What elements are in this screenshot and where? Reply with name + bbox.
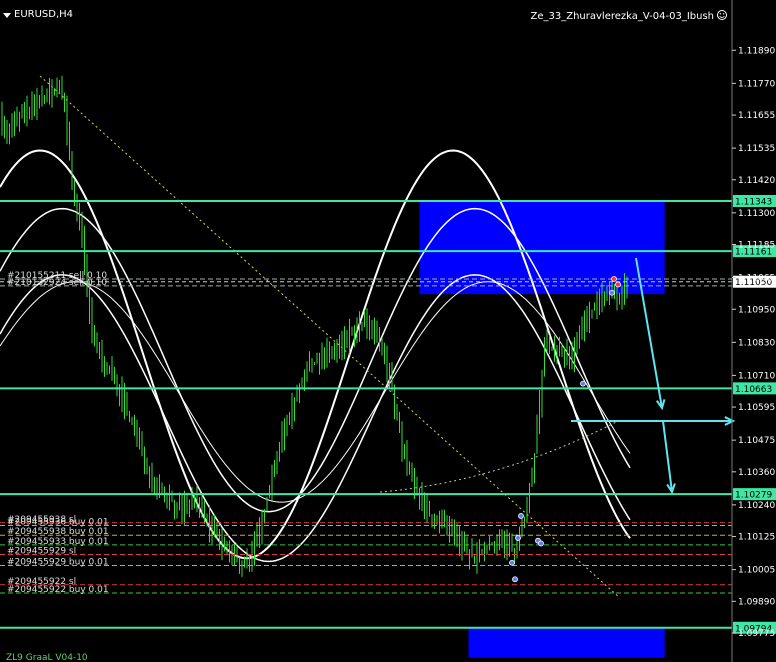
tick-label: 1.10005: [738, 566, 775, 576]
tick-label: 1.11535: [738, 144, 775, 154]
tick-label: 1.11890: [738, 46, 775, 56]
zone-rect: [468, 627, 665, 658]
price-level-label: 1.11343: [735, 197, 772, 207]
tick-label: 1.11655: [738, 111, 775, 121]
tick-label: 1.10125: [738, 533, 775, 543]
order-label: #210132924 sell 0.10: [7, 278, 107, 288]
order-label: #209455929 buy 0.01: [7, 557, 109, 567]
tick-label: 1.10240: [738, 501, 775, 511]
sell-marker: [611, 276, 617, 282]
order-label: #209455933 buy 0.01: [7, 537, 109, 547]
indicator-title: Ze_33_Zhuravlerezka_V-04-03_Ibush: [531, 11, 714, 22]
price-level-label: 1.10663: [735, 385, 772, 395]
price-level-label: 1.10279: [735, 491, 772, 501]
order-label: #209455936 buy 0.01: [7, 518, 109, 528]
order-label: #209455922 buy 0.01: [7, 585, 109, 595]
buy-marker: [509, 559, 515, 566]
price-chart[interactable]: 1.113431.111611.106631.102791.097941.110…: [0, 0, 776, 662]
tick-label: 1.09890: [738, 597, 775, 607]
tick-label: 1.11065: [738, 274, 775, 284]
tick-label: 1.10360: [738, 468, 775, 478]
order-label: #209455938 buy 0.01: [7, 527, 109, 537]
buy-marker: [609, 289, 615, 296]
tick-label: 1.11185: [738, 241, 775, 251]
tick-label: 1.10710: [738, 371, 775, 381]
tick-label: 1.11420: [738, 176, 775, 186]
chart-background: [0, 0, 776, 662]
tick-label: 1.10950: [738, 305, 775, 315]
tick-label: 1.11300: [738, 209, 775, 219]
buy-marker: [512, 576, 518, 583]
tick-label: 1.10595: [738, 403, 775, 413]
buy-marker: [518, 513, 524, 519]
tick-label: 1.09775: [738, 629, 775, 639]
buy-marker: [580, 380, 586, 387]
symbol-label: EURUSD,H4: [14, 9, 73, 20]
buy-marker: [538, 540, 544, 547]
indicator-footer-label: ZL9 GraaL V04-10: [6, 653, 88, 662]
tick-label: 1.11770: [738, 79, 775, 89]
sell-marker: [615, 281, 621, 288]
tick-label: 1.10830: [738, 338, 775, 348]
buy-marker: [515, 535, 521, 541]
order-label: #209455929 sl: [7, 546, 76, 556]
tick-label: 1.10475: [738, 436, 775, 446]
